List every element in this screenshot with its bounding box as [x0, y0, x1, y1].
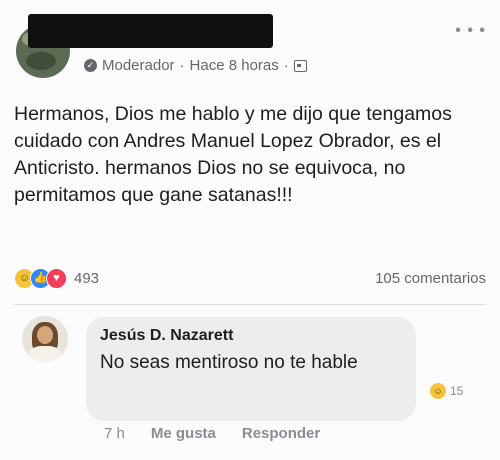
- haha-icon: ☺: [430, 383, 446, 399]
- more-options-icon[interactable]: • • •: [455, 22, 486, 40]
- author-role: Moderador: [102, 57, 175, 74]
- post-meta: ✓ Moderador · Hace 8 horas ·: [84, 57, 307, 74]
- moderator-badge-icon: ✓: [84, 59, 97, 72]
- reaction-summary[interactable]: ☺ 👍 ♥ 493: [14, 268, 99, 289]
- reply-comment-button[interactable]: Responder: [242, 425, 320, 442]
- love-icon: ♥: [46, 268, 67, 289]
- comment-reactions[interactable]: ☺ 15: [430, 383, 463, 399]
- comment-time[interactable]: 7 h: [104, 425, 125, 442]
- meta-separator: ·: [179, 57, 185, 74]
- meta-separator: ·: [283, 57, 289, 74]
- comment-reaction-count: 15: [450, 384, 464, 398]
- like-comment-button[interactable]: Me gusta: [151, 425, 216, 442]
- comment-bubble: Jesús D. Nazarett No seas mentiroso no t…: [86, 317, 416, 421]
- group-audience-icon[interactable]: [293, 59, 307, 72]
- comment-text: No seas mentiroso no te hable: [100, 352, 358, 373]
- redacted-author-name: [28, 14, 273, 48]
- post-body-text: Hermanos, Dios me hablo y me dijo que te…: [14, 103, 452, 206]
- divider: [14, 304, 486, 305]
- facebook-post: • • • ✓ Moderador · Hace 8 horas · Herma…: [0, 0, 500, 460]
- comment-actions: 7 h Me gusta Responder: [104, 425, 320, 442]
- post-time[interactable]: Hace 8 horas: [190, 57, 279, 74]
- reaction-count: 493: [74, 270, 100, 287]
- comments-count-link[interactable]: 105 comentarios: [375, 270, 486, 287]
- comment-author-name[interactable]: Jesús D. Nazarett: [100, 327, 233, 345]
- commenter-avatar[interactable]: [22, 316, 68, 362]
